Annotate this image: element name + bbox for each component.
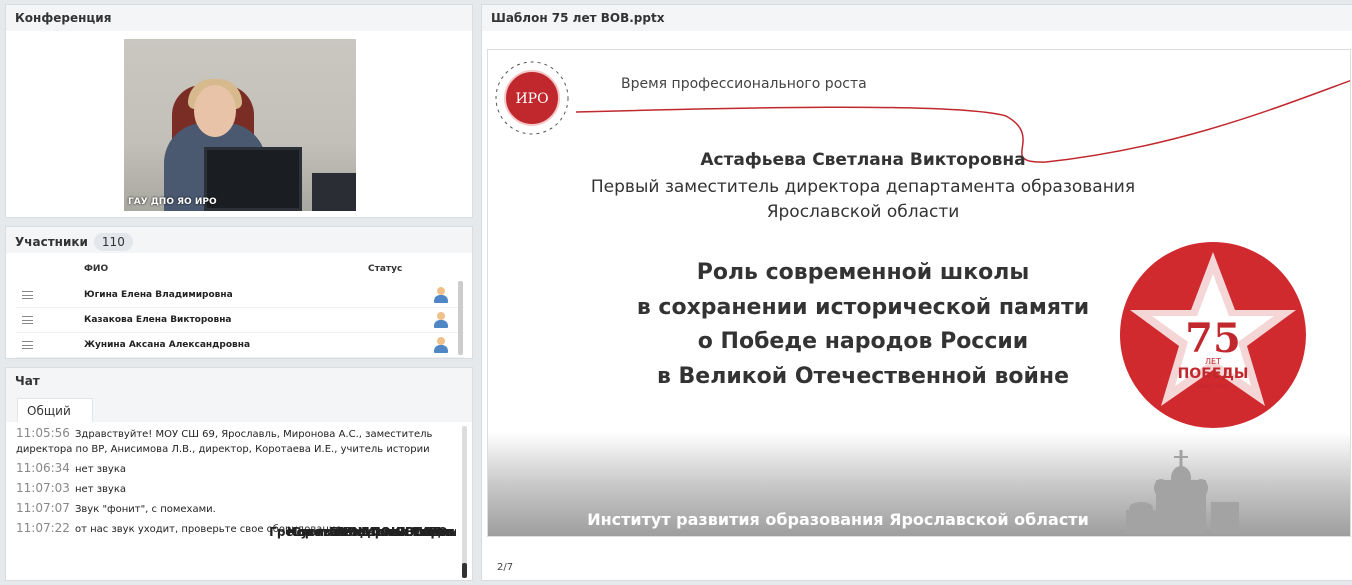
video-feed[interactable]: ГАУ ДПО ЯО ИРО (124, 39, 356, 211)
message-time: 11:07:07 (16, 501, 70, 515)
conference-title: Конференция (6, 5, 472, 31)
participant-name: Казакова Елена Викторовна (84, 315, 232, 325)
participants-count-badge: 110 (93, 233, 133, 251)
emblem-word: ПОБЕДЫ (1178, 366, 1249, 382)
iro-logo-icon: ИРО (495, 61, 569, 135)
slide[interactable]: ИРО Время профессионального роста Астафь… (487, 49, 1351, 537)
video-monitor-2 (312, 173, 356, 211)
presentation-panel: Шаблон 75 лет ВОВ.pptx ИРО Время професс… (481, 4, 1352, 581)
message-text: нет звука (75, 464, 126, 475)
slide-position-line-1: Первый заместитель директора департамент… (590, 177, 1136, 197)
video-person-head (194, 85, 236, 137)
menu-icon[interactable] (22, 316, 33, 324)
tab-general[interactable]: Общий (17, 398, 93, 422)
video-monitor (204, 147, 302, 211)
table-row[interactable]: Казакова Елена Викторовна (16, 308, 464, 333)
menu-icon[interactable] (22, 341, 33, 349)
message-time: 11:06:34 (16, 461, 70, 475)
participants-table-header: ФИО Статус (16, 261, 464, 281)
participants-title: Участники (15, 235, 88, 249)
chat-title: Чат (6, 368, 472, 394)
message-time: 11:07:03 (16, 481, 70, 495)
chat-message: 11:06:34 Суслова Наталья Сергеевна: нет … (16, 461, 456, 538)
video-label: ГАУ ДПО ЯО ИРО (128, 197, 217, 207)
participants-scrollbar[interactable] (458, 281, 463, 355)
slide-author: Астафьева Светлана Викторовна (700, 150, 1026, 170)
victory-75-emblem-icon: 75 ЛЕТ ПОБЕДЫ 1941–1945 (1120, 242, 1306, 428)
chat-scroll-track[interactable] (462, 426, 467, 578)
participants-header: Участники 110 (6, 227, 472, 253)
conference-panel: Конференция ГАУ ДПО ЯО ИРО (5, 4, 473, 218)
slide-position: Первый заместитель директора департамент… (488, 175, 1238, 225)
table-row[interactable]: Югина Елена Владимировна (16, 283, 464, 308)
chat-message: 11:07:07 Грешнева Наталия Владимировна: … (16, 501, 456, 538)
presentation-title: Шаблон 75 лет ВОВ.pptx (482, 5, 1352, 31)
participant-name: Жунина Аксана Александровна (84, 340, 251, 350)
chat-scroll-thumb[interactable] (462, 563, 467, 578)
table-row[interactable]: Жунина Аксана Александровна (16, 333, 464, 358)
logo-text: ИРО (515, 91, 548, 107)
menu-icon[interactable] (22, 291, 33, 299)
user-icon (434, 312, 448, 328)
chat-panel: Чат Общий 11:05:56 Коротаева Ирина Евген… (5, 367, 473, 581)
message-text: Здравствуйте! МОУ СШ 69, Ярославль, Миро… (16, 429, 433, 455)
message-author: ГАУ ДПО ЯО ИРО: (329, 525, 453, 539)
user-icon (434, 337, 448, 353)
message-text: нет звука (75, 484, 126, 495)
chat-message: 11:05:56 Коротаева Ирина Евгеньевна: Здр… (16, 426, 456, 538)
emblem-number: 75 (1185, 315, 1241, 362)
participant-name: Югина Елена Владимировна (84, 290, 233, 300)
column-header-status[interactable]: Статус (368, 264, 402, 274)
page-indicator: 2/7 (497, 562, 514, 573)
message-time: 11:05:56 (16, 426, 70, 440)
emblem-years: 1941–1945 (1196, 383, 1230, 390)
slide-footer-text: Институт развития образования Ярославско… (587, 510, 1089, 529)
user-icon (434, 287, 448, 303)
participants-list: Югина Елена Владимировна Казакова Елена … (16, 283, 464, 358)
message-text: Звук "фонит", с помехами. (75, 504, 216, 515)
emblem-let: ЛЕТ (1205, 357, 1221, 366)
slide-position-line-2: Ярославской области (766, 202, 960, 222)
column-header-name[interactable]: ФИО (84, 264, 108, 274)
participants-panel: Участники 110 ФИО Статус Югина Елена Влад… (5, 226, 473, 359)
chat-messages: 11:05:56 Коротаева Ирина Евгеньевна: Здр… (16, 426, 456, 576)
chat-message: 11:07:03 МОУ СОШ №17: нет звука (16, 481, 456, 538)
chat-message: 11:07:22 ГАУ ДПО ЯО ИРО: от нас звук ухо… (16, 521, 456, 539)
